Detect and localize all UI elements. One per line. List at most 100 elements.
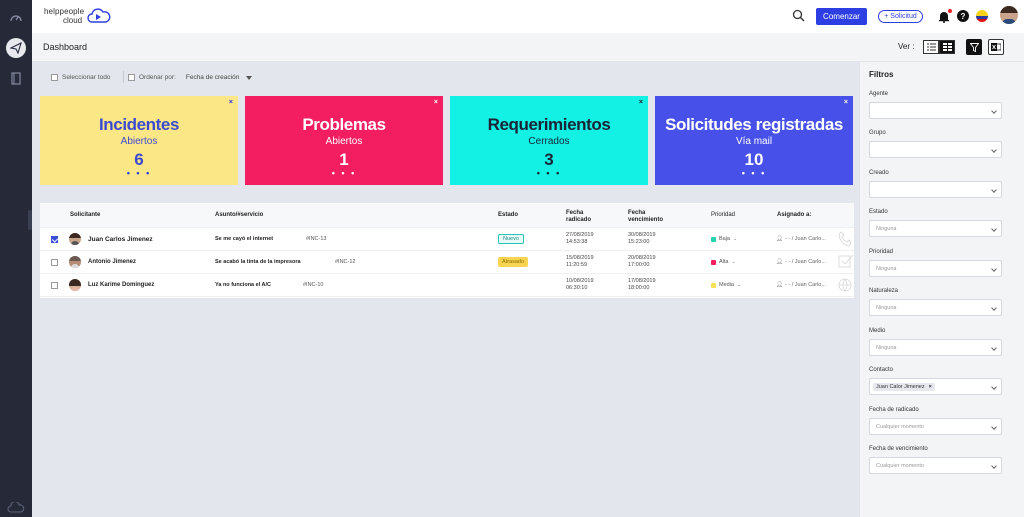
search-icon[interactable] [792, 9, 805, 27]
row-asignado[interactable]: 👤︎ - - / Juan Carlo... [776, 236, 826, 242]
row-asignado[interactable]: 👤︎ - - / Juan Carlo... [776, 282, 826, 288]
row-checkbox[interactable] [51, 236, 58, 243]
card-incidentes[interactable]: × Incidentes Abiertos 6 • • • [40, 96, 238, 185]
helppeople-logo[interactable]: helppeople cloud [44, 7, 114, 27]
dashboard-gauge-icon[interactable] [7, 9, 25, 27]
chip-remove-icon[interactable]: × [929, 384, 932, 390]
card-solicitudes-registradas[interactable]: × Solicitudes registradas Vía mail 10 • … [655, 96, 853, 185]
card-requerimientos[interactable]: × Requerimientos Cerrados 3 • • • [450, 96, 648, 185]
filter-grupo-select[interactable] [869, 141, 1002, 158]
comenzar-button[interactable]: Comenzar [816, 8, 867, 25]
book-icon[interactable] [7, 69, 25, 87]
row-prioridad[interactable]: Baja ⌄ [711, 236, 737, 242]
help-icon[interactable]: ? [957, 10, 969, 22]
col-estado[interactable]: Estado [498, 212, 518, 219]
row-prioridad[interactable]: Alta ⌄ [711, 259, 736, 265]
chevron-down-icon [991, 226, 997, 232]
list-view-button[interactable] [923, 40, 939, 54]
avatar [69, 279, 81, 291]
row-asignado[interactable]: 👤︎ - - / Juan Carlo... [776, 259, 826, 265]
card-more-icon[interactable]: • • • [245, 168, 443, 178]
table-row[interactable]: Antonio Jimenez Se acabó la tinta de la … [40, 251, 854, 274]
language-flag-icon[interactable] [976, 10, 988, 22]
card-title: Solicitudes registradas [665, 115, 843, 134]
row-fecha-radicado: 15/08/2019 11:20:59 [566, 255, 594, 269]
card-close-button[interactable]: × [434, 99, 438, 106]
card-close-button[interactable]: × [229, 99, 233, 106]
row-solicitante[interactable]: Juan Carlos Jimenez [88, 236, 153, 243]
card-more-icon[interactable]: • • • [40, 168, 238, 178]
table-view-button[interactable] [939, 40, 955, 54]
view-label: Ver : [898, 42, 915, 51]
filter-fecha-vencimiento: Fecha de vencimiento Cualquier momento [869, 446, 1002, 474]
row-asunto[interactable]: Ya no funciona el A/C [215, 282, 271, 288]
col-asunto[interactable]: Asunto/#servicio [215, 212, 263, 219]
export-excel-button[interactable] [988, 39, 1004, 55]
row-solicitante[interactable]: Antonio Jimenez [88, 259, 136, 265]
row-checkbox[interactable] [51, 259, 58, 266]
user-avatar[interactable] [1000, 6, 1018, 24]
chevron-down-icon [991, 108, 997, 114]
nav-collapse-handle[interactable] [28, 210, 32, 230]
card-close-button[interactable]: × [844, 99, 848, 106]
row-prioridad[interactable]: Media ⌄ [711, 282, 741, 288]
order-by-checkbox[interactable] [128, 74, 135, 81]
priority-label: Alta [719, 259, 729, 265]
priority-color-swatch [711, 282, 716, 288]
col-solicitante[interactable]: Solicitante [70, 212, 100, 219]
row-checkbox[interactable] [51, 282, 58, 289]
contact-chip[interactable]: Juan Calor Jimenez × [873, 382, 935, 391]
table-row[interactable]: Juan Carlos Jimenez Se me cayó el intern… [40, 228, 854, 251]
user-icon: 👤︎ [776, 282, 783, 288]
card-more-icon[interactable]: • • • [450, 168, 648, 178]
filter-creado-select[interactable] [869, 181, 1002, 198]
status-badge: Nuevo [498, 234, 524, 244]
new-request-button[interactable]: + Solicitud [878, 10, 923, 23]
filter-fecha-radicado-select[interactable]: Cualquier momento [869, 418, 1002, 435]
grid-icon [942, 43, 952, 51]
filter-fecha-radicado: Fecha de radicado Cualquier momento [869, 407, 1002, 435]
order-by-select[interactable]: Fecha de creación [186, 74, 239, 81]
filter-fecha-vencimiento-select[interactable]: Cualquier momento [869, 457, 1002, 474]
col-fecha-vencimiento[interactable]: Fecha vencimiento [628, 210, 663, 224]
filter-label: Medio [869, 328, 886, 334]
filter-label: Agente [869, 91, 889, 97]
filter-grupo: Grupo [869, 130, 1002, 158]
filter-medio-select[interactable]: Ninguna [869, 339, 1002, 356]
filter-agente-select[interactable] [869, 102, 1002, 119]
row-fecha-radicado-time: 14:53:38 [566, 239, 588, 245]
select-all[interactable]: Seleccionar todo [51, 74, 110, 81]
row-fecha-radicado-date: 15/08/2019 [566, 255, 594, 261]
paper-plane-icon[interactable] [6, 38, 26, 58]
notifications-bell-icon[interactable] [938, 9, 952, 28]
filter-naturaleza-select[interactable]: Ninguna [869, 299, 1002, 316]
checkbox-ghost-icon [838, 254, 854, 268]
logo-cloud-icon [87, 8, 111, 23]
col-fecha-radicado[interactable]: Fecha radicado [566, 210, 591, 224]
requests-table: Solicitante Asunto/#servicio Estado Fech… [40, 203, 854, 298]
col-asignado[interactable]: Asignado a: [777, 212, 811, 219]
filter-prioridad-select[interactable]: Ninguna [869, 260, 1002, 277]
row-asunto[interactable]: Se acabó la tinta de la impresora [215, 259, 301, 265]
row-solicitante[interactable]: Luz Karime Dominguez [88, 282, 154, 288]
select-all-checkbox[interactable] [51, 74, 58, 81]
table-row[interactable]: Luz Karime Dominguez Ya no funciona el A… [40, 274, 854, 297]
row-asunto[interactable]: Se me cayó el internet [215, 236, 273, 242]
col-prioridad[interactable]: Prioridad [711, 212, 735, 219]
filter-estado-select[interactable]: Ninguna [869, 220, 1002, 237]
phone-icon [838, 231, 852, 247]
priority-color-swatch [711, 236, 716, 242]
card-close-button[interactable]: × [639, 99, 643, 106]
avatar [69, 256, 81, 268]
card-more-icon[interactable]: • • • [655, 168, 853, 178]
filter-label: Estado [869, 209, 888, 215]
row-fecha-vencimiento-time: 18:00:00 [628, 285, 650, 291]
filter-value: Ninguna [876, 225, 897, 232]
filter-contacto-select[interactable]: Juan Calor Jimenez × [869, 378, 1002, 395]
card-subtitle: Abiertos [120, 136, 158, 147]
filter-button[interactable] [966, 39, 982, 55]
chevron-down-icon [991, 463, 997, 469]
chevron-down-icon[interactable] [246, 75, 253, 80]
card-problemas[interactable]: × Problemas Abiertos 1 • • • [245, 96, 443, 185]
chevron-down-icon [991, 305, 997, 311]
